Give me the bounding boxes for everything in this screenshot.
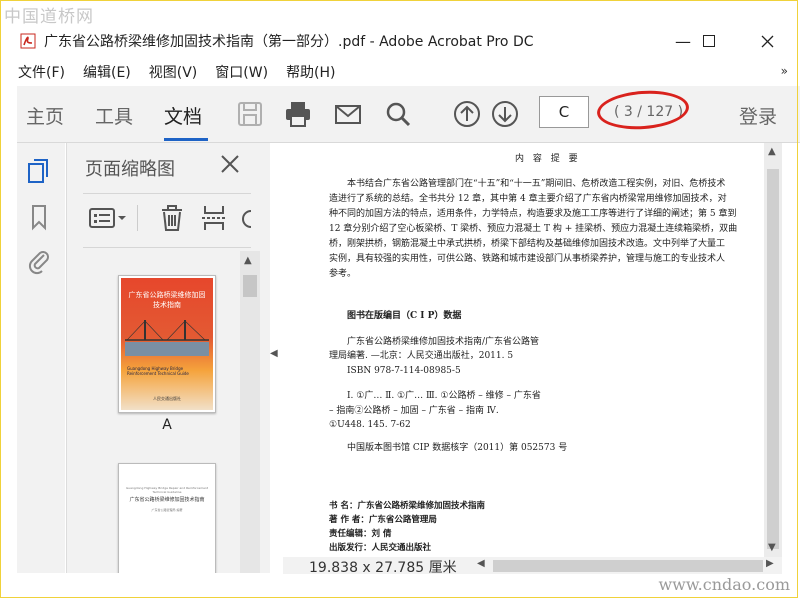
scroll-left-arrow-icon[interactable]: ◀ bbox=[477, 558, 485, 569]
thumbnail-list: 广东省公路桥梁维修加固技术指南 Guangdong Highway Bridge… bbox=[67, 251, 262, 573]
search-icon[interactable] bbox=[383, 99, 413, 129]
info-line: 责任编辑：刘 倩 bbox=[329, 529, 392, 539]
next-page-icon[interactable] bbox=[490, 99, 520, 129]
save-icon[interactable] bbox=[235, 99, 265, 129]
scrollbar-thumb[interactable] bbox=[243, 275, 257, 297]
toolbar-divider bbox=[137, 205, 138, 231]
red-highlight-ellipse bbox=[595, 87, 691, 133]
cip-line: 广东省公路桥梁维修加固技术指南/广东省公路管 bbox=[347, 337, 540, 347]
menu-overflow-button[interactable]: » bbox=[781, 64, 788, 78]
intro-line: 参考。 bbox=[329, 269, 357, 279]
menu-help[interactable]: 帮助(H) bbox=[286, 62, 335, 82]
page-thumbnail-cover[interactable]: 广东省公路桥梁维修加固技术指南 Guangdong Highway Bridge… bbox=[118, 275, 216, 413]
scrollbar-thumb[interactable] bbox=[767, 169, 779, 549]
page-thumbnails-panel: 页面缩略图 广东省公路桥梁维修加固技术指南 Guangdong Highway … bbox=[66, 143, 270, 573]
cip-line: 理局编著. —北京：人民交通出版社，2011. 5 bbox=[329, 351, 514, 361]
maximize-icon bbox=[703, 35, 715, 47]
cip-line: ①U448. 145. 7-62 bbox=[329, 420, 411, 430]
panel-divider bbox=[83, 193, 251, 194]
panel-divider bbox=[83, 247, 251, 248]
menu-bar: 文件(F) 编辑(E) 视图(V) 窗口(W) 帮助(H) bbox=[0, 60, 800, 84]
thumbnail-label: A bbox=[162, 417, 172, 433]
watermark-bottom: www.cndao.com bbox=[658, 575, 790, 594]
delete-icon[interactable] bbox=[157, 203, 187, 233]
info-line: 出版发行：人民交通出版社 bbox=[329, 543, 432, 553]
email-icon[interactable] bbox=[333, 99, 363, 129]
cover-english-title: Guangdong Highway Bridge Reinforcement T… bbox=[127, 366, 189, 376]
document-vertical-scrollbar[interactable]: ▲ ▼ bbox=[764, 143, 782, 557]
cip-line: ISBN 978-7-114-08985-5 bbox=[347, 366, 461, 376]
close-window-button[interactable] bbox=[744, 24, 790, 58]
close-icon[interactable] bbox=[219, 153, 241, 175]
horizontal-scrollbar-thumb[interactable] bbox=[493, 560, 763, 572]
intro-line: 造进行了系统的总结。全书共分 12 章，其中第 4 章主要介绍了广东省内桥梁常用… bbox=[329, 194, 727, 204]
menu-view[interactable]: 视图(V) bbox=[149, 62, 198, 82]
left-navigation-rail bbox=[17, 143, 65, 573]
insert-page-icon[interactable] bbox=[199, 203, 229, 233]
login-button[interactable]: 登录 bbox=[739, 102, 777, 129]
tab-tools[interactable]: 工具 bbox=[95, 102, 133, 129]
menu-window[interactable]: 窗口(W) bbox=[215, 62, 268, 82]
tab-document[interactable]: 文档 bbox=[164, 102, 202, 129]
cip-line: 中国版本图书馆 CIP 数据核字（2011）第 052573 号 bbox=[347, 443, 568, 453]
page-thumbnail-title-page[interactable]: Guangdong Highway Bridge Repair and Rein… bbox=[118, 463, 216, 573]
intro-line: 12 章分别介绍了空心板梁桥、T 梁桥、预应力混凝土 T 构 + 挂梁桥、预应力… bbox=[329, 224, 738, 234]
intro-line: 桥，刚架拱桥，钢筋混凝土中承式拱桥，桥梁下部结构及基础维修加固技术改造。文中列举… bbox=[329, 239, 726, 249]
collapse-panel-arrow-icon[interactable]: ◀ bbox=[270, 348, 278, 359]
cover-title: 广东省公路桥梁维修加固技术指南 bbox=[128, 291, 206, 309]
print-icon[interactable] bbox=[283, 99, 313, 129]
cip-line: Ⅰ. ①广… Ⅱ. ①广… Ⅲ. ①公路桥 – 维修 – 广东省 bbox=[347, 391, 541, 401]
menu-file[interactable]: 文件(F) bbox=[18, 62, 65, 82]
intro-line: 种不同的加固方法的特点，适用条件，力学特点，构造要求及施工工序等进行了详细的阐述… bbox=[329, 209, 737, 219]
close-icon bbox=[761, 35, 773, 47]
options-icon[interactable] bbox=[87, 203, 129, 233]
scroll-up-arrow-icon[interactable]: ▲ bbox=[768, 146, 776, 157]
title-page-english: Guangdong Highway Bridge Repair and Rein… bbox=[125, 486, 209, 494]
cover-image: 广东省公路桥梁维修加固技术指南 Guangdong Highway Bridge… bbox=[121, 278, 213, 410]
toolbar: 主页 工具 文档 C ( 3 / 127 ) 登录 bbox=[17, 86, 800, 143]
pdf-file-icon bbox=[20, 33, 36, 49]
page-thumbnails-icon[interactable] bbox=[25, 157, 53, 185]
page-dimensions: 19.838 x 27.785 厘米 bbox=[309, 560, 457, 576]
active-tab-indicator bbox=[164, 138, 208, 141]
tab-home[interactable]: 主页 bbox=[26, 102, 64, 129]
title-page-author: 广东省公路管理局 编著 bbox=[151, 508, 183, 512]
intro-line: 本书结合广东省公路管理部门在“十五”和“十一五”期间旧、危桥改造工程实例，对旧、… bbox=[347, 179, 726, 189]
bookmark-icon[interactable] bbox=[25, 203, 53, 231]
intro-line: 实例，具有较强的实用性，可供公路、铁路和城市建设部门从事桥梁养护，管理与施工的专… bbox=[329, 254, 726, 264]
rotate-icon[interactable] bbox=[237, 203, 253, 233]
maximize-button[interactable] bbox=[686, 24, 732, 58]
info-line: 书 名：广东省公路桥梁维修加固技术指南 bbox=[329, 501, 485, 511]
cip-line: – 指南②公路桥 – 加固 – 广东省 – 指南 Ⅳ. bbox=[329, 406, 499, 416]
panel-title: 页面缩略图 bbox=[85, 159, 175, 180]
info-line: 著 作 者：广东省公路管理局 bbox=[329, 515, 437, 525]
title-page-title: 广东省公路桥梁维修加固技术指南 bbox=[129, 497, 205, 503]
prev-page-icon[interactable] bbox=[452, 99, 482, 129]
cover-publisher: 人民交通出版社 bbox=[153, 396, 181, 401]
cip-heading: 图书在版编目（C I P）数据 bbox=[347, 311, 462, 321]
page-number-input[interactable]: C bbox=[539, 96, 589, 128]
scroll-down-arrow-icon[interactable]: ▼ bbox=[768, 542, 776, 553]
scroll-right-arrow-icon[interactable]: ▶ bbox=[766, 558, 774, 569]
document-page: 内 容 提 要 本书结合广东省公路管理部门在“十五”和“十一五”期间旧、危桥改造… bbox=[283, 143, 764, 557]
attachment-icon[interactable] bbox=[25, 247, 53, 275]
bridge-illustration bbox=[125, 320, 209, 356]
window-title: 广东省公路桥梁维修加固技术指南（第一部分）.pdf - Adobe Acroba… bbox=[44, 34, 534, 50]
menu-edit[interactable]: 编辑(E) bbox=[83, 62, 131, 82]
status-bar: 19.838 x 27.785 厘米 ◀ ▶ bbox=[283, 557, 782, 576]
scroll-up-arrow-icon[interactable]: ▲ bbox=[244, 255, 252, 266]
page-header: 内 容 提 要 bbox=[515, 154, 581, 164]
thumbnail-scrollbar[interactable]: ▲ bbox=[240, 251, 260, 573]
